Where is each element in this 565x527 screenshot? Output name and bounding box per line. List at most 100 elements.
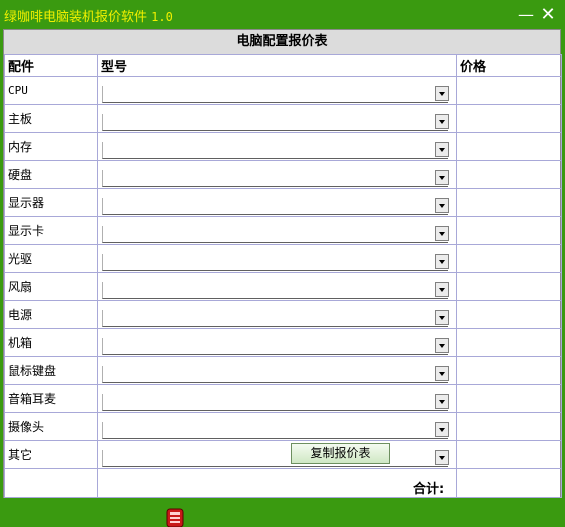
- price-cell[interactable]: [456, 272, 562, 301]
- table-row: 显示卡: [4, 216, 562, 245]
- model-cell: [97, 188, 457, 217]
- model-select[interactable]: [102, 142, 449, 159]
- part-label: 其它: [4, 440, 98, 469]
- column-header-price: 价格: [456, 54, 562, 77]
- part-label: 摄像头: [4, 412, 98, 441]
- price-cell[interactable]: [456, 188, 562, 217]
- part-label: 显示器: [4, 188, 98, 217]
- table-row: 其它: [4, 440, 562, 469]
- quote-panel: 电脑配置报价表 配件 型号 价格 CPU 主板 内存 硬盘 显示器 显示卡 光驱 风扇 电源 机箱…: [3, 29, 562, 498]
- chevron-down-icon[interactable]: [435, 114, 449, 129]
- part-label: CPU: [4, 76, 98, 105]
- model-select[interactable]: [102, 366, 449, 383]
- table-row: 内存: [4, 132, 562, 161]
- model-cell: [97, 104, 457, 133]
- price-cell[interactable]: [456, 328, 562, 357]
- price-cell[interactable]: [456, 300, 562, 329]
- model-select[interactable]: [102, 86, 449, 103]
- model-cell: [97, 300, 457, 329]
- footer-cell: [4, 468, 98, 498]
- table-row: 硬盘: [4, 160, 562, 189]
- table-row: CPU: [4, 76, 562, 105]
- chevron-down-icon[interactable]: [435, 226, 449, 241]
- model-cell: [97, 160, 457, 189]
- table-row: 鼠标键盘: [4, 356, 562, 385]
- table-row: 音箱耳麦: [4, 384, 562, 413]
- chevron-down-icon[interactable]: [435, 310, 449, 325]
- model-select[interactable]: [102, 310, 449, 327]
- table-footer-row: [4, 468, 562, 498]
- title-bar: 绿咖啡电脑装机报价软件 1.0 — ✕: [0, 0, 565, 29]
- close-button[interactable]: ✕: [537, 4, 559, 26]
- total-value: [456, 468, 562, 498]
- model-select[interactable]: [102, 338, 449, 355]
- chevron-down-icon[interactable]: [435, 86, 449, 101]
- table-row: 电源: [4, 300, 562, 329]
- chevron-down-icon[interactable]: [435, 422, 449, 437]
- model-select[interactable]: [102, 226, 449, 243]
- part-label: 硬盘: [4, 160, 98, 189]
- chevron-down-icon[interactable]: [435, 142, 449, 157]
- model-cell: [97, 440, 457, 469]
- window-title: 绿咖啡电脑装机报价软件 1.0: [4, 6, 173, 25]
- model-select[interactable]: [102, 170, 449, 187]
- part-label: 显示卡: [4, 216, 98, 245]
- price-cell[interactable]: [456, 244, 562, 273]
- part-label: 光驱: [4, 244, 98, 273]
- table-row: 主板: [4, 104, 562, 133]
- price-cell[interactable]: [456, 76, 562, 105]
- chevron-down-icon[interactable]: [435, 394, 449, 409]
- app-version: 1.0: [151, 10, 173, 24]
- chevron-down-icon[interactable]: [435, 450, 449, 465]
- model-cell: [97, 272, 457, 301]
- quote-table-heading: 电脑配置报价表: [4, 30, 560, 55]
- part-label: 内存: [4, 132, 98, 161]
- table-row: 摄像头: [4, 412, 562, 441]
- copy-quote-button[interactable]: 复制报价表: [291, 443, 390, 464]
- chevron-down-icon[interactable]: [435, 366, 449, 381]
- red-robot-icon: [166, 508, 184, 527]
- chevron-down-icon[interactable]: [435, 282, 449, 297]
- price-cell[interactable]: [456, 132, 562, 161]
- price-cell[interactable]: [456, 440, 562, 469]
- table-row: 风扇: [4, 272, 562, 301]
- table-row: 显示器: [4, 188, 562, 217]
- price-cell[interactable]: [456, 412, 562, 441]
- part-label: 机箱: [4, 328, 98, 357]
- model-cell: [97, 356, 457, 385]
- status-bar: [0, 498, 565, 527]
- model-select[interactable]: [102, 450, 449, 467]
- model-cell: [97, 216, 457, 245]
- part-label: 鼠标键盘: [4, 356, 98, 385]
- part-label: 主板: [4, 104, 98, 133]
- price-cell[interactable]: [456, 104, 562, 133]
- app-name: 绿咖啡电脑装机报价软件: [4, 10, 148, 25]
- minimize-button[interactable]: —: [515, 4, 537, 26]
- column-header-part: 配件: [4, 54, 98, 77]
- price-cell[interactable]: [456, 384, 562, 413]
- model-select[interactable]: [102, 254, 449, 271]
- model-select[interactable]: [102, 282, 449, 299]
- chevron-down-icon[interactable]: [435, 198, 449, 213]
- column-header-model: 型号: [97, 54, 457, 77]
- table-row: 光驱: [4, 244, 562, 273]
- chevron-down-icon[interactable]: [435, 170, 449, 185]
- part-label: 电源: [4, 300, 98, 329]
- model-cell: [97, 328, 457, 357]
- price-cell[interactable]: [456, 216, 562, 245]
- chevron-down-icon[interactable]: [435, 338, 449, 353]
- price-cell[interactable]: [456, 160, 562, 189]
- model-select[interactable]: [102, 198, 449, 215]
- chevron-down-icon[interactable]: [435, 254, 449, 269]
- part-label: 音箱耳麦: [4, 384, 98, 413]
- part-label: 风扇: [4, 272, 98, 301]
- footer-cell: [97, 468, 457, 498]
- quote-table: 配件 型号 价格 CPU 主板 内存 硬盘 显示器 显示卡 光驱 风扇 电源 机箱 鼠标键盘 音箱耳麦…: [4, 54, 562, 498]
- model-select[interactable]: [102, 422, 449, 439]
- price-cell[interactable]: [456, 356, 562, 385]
- model-cell: [97, 244, 457, 273]
- model-cell: [97, 384, 457, 413]
- model-select[interactable]: [102, 114, 449, 131]
- total-label: 合计:: [413, 482, 445, 497]
- model-select[interactable]: [102, 394, 449, 411]
